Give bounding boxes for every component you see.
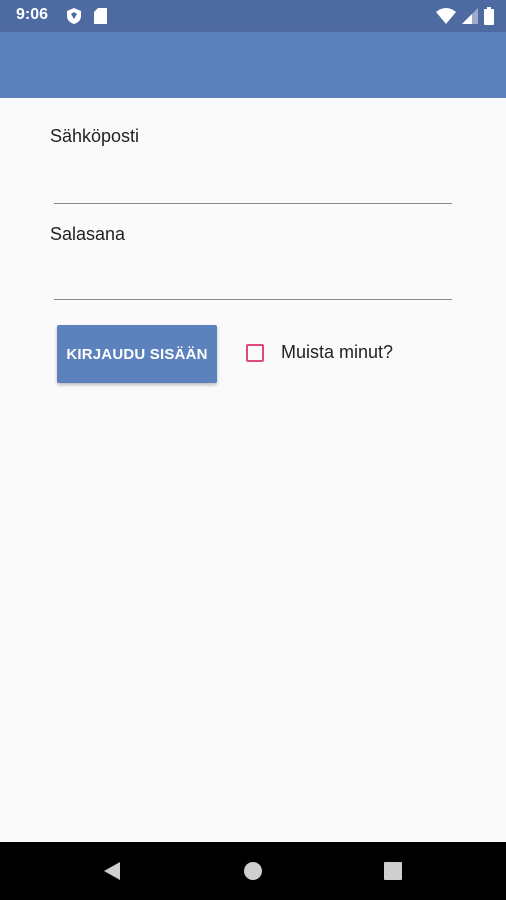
remember-checkbox[interactable] [246, 343, 264, 362]
remember-label: Muista minut? [281, 342, 394, 362]
status-bar: 9:06 [0, 0, 506, 32]
status-system-icons [436, 7, 494, 30]
login-button[interactable]: KIRJAUDU SISÄÄN [57, 325, 217, 383]
back-icon[interactable] [100, 859, 124, 883]
status-notification-icons [66, 7, 107, 30]
navigation-bar [0, 842, 506, 900]
login-form: Sähköposti Salasana KIRJAUDU SISÄÄN Muis… [0, 98, 506, 842]
wifi-icon [436, 8, 456, 29]
email-label: Sähköposti [50, 126, 140, 146]
password-label: Salasana [50, 224, 126, 244]
recents-icon[interactable] [381, 859, 405, 883]
app-bar [0, 32, 506, 98]
password-field[interactable] [54, 269, 452, 300]
sd-card-icon [94, 8, 107, 29]
home-icon[interactable] [241, 859, 265, 883]
signal-icon [462, 8, 478, 29]
remember-me[interactable]: Muista minut? [246, 342, 393, 363]
shield-icon [66, 7, 82, 30]
battery-icon [484, 7, 494, 30]
email-field[interactable] [54, 173, 452, 204]
status-time: 9:06 [16, 6, 49, 23]
